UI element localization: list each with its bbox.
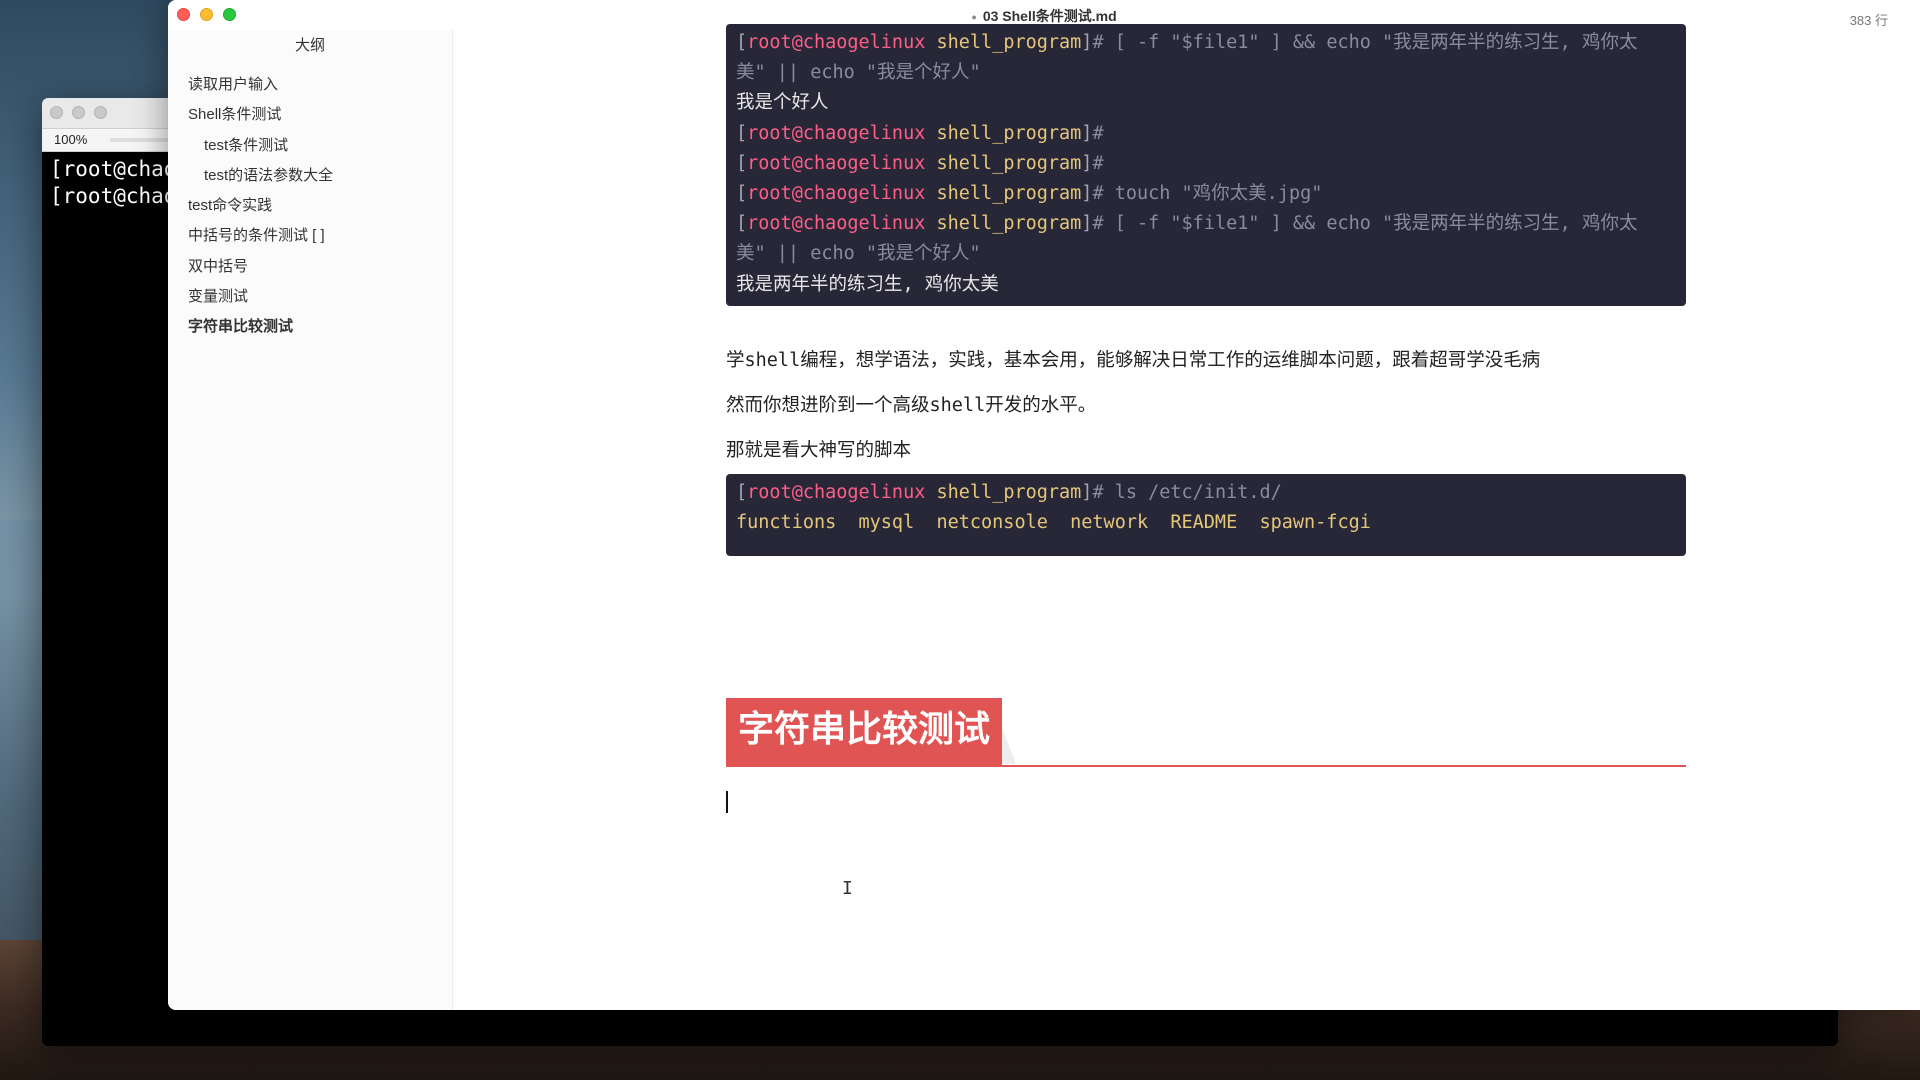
- paragraph-text: 然而你想进阶到一个高级: [726, 394, 930, 415]
- document-title: ● 03 Shell条件测试.md: [168, 6, 1920, 26]
- code-line: [root@chaogelinux shell_program]#: [736, 152, 1104, 174]
- code-line: 我是个好人: [736, 92, 829, 114]
- code-line: [root@chaogelinux shell_program]# [ -f "…: [736, 213, 1638, 235]
- paragraph[interactable]: 学shell编程，想学语法，实践，基本会用，能够解决日常工作的运维脚本问题，跟着…: [726, 345, 1540, 376]
- outline-sidebar: 大纲 读取用户输入 Shell条件测试 test条件测试 test的语法参数大全…: [168, 30, 453, 1010]
- text-caret: [726, 791, 728, 813]
- terminal-minimize-button[interactable]: [72, 106, 85, 119]
- modified-indicator-icon: ●: [971, 12, 977, 23]
- outline-item-test-command-practice[interactable]: test命令实践: [168, 191, 452, 221]
- terminal-maximize-button[interactable]: [94, 106, 107, 119]
- terminal-zoom-label: 100%: [54, 132, 88, 147]
- heading-decoration: [1002, 728, 1016, 764]
- outline-item-read-user-input[interactable]: 读取用户输入: [168, 70, 452, 100]
- code-line: [root@chaogelinux shell_program]# ls /et…: [736, 482, 1282, 503]
- terminal-close-button[interactable]: [50, 106, 63, 119]
- code-line: [root@chaogelinux shell_program]#: [736, 122, 1104, 144]
- code-line: 美" || echo "我是个好人": [736, 243, 981, 265]
- paragraph[interactable]: 那就是看大神写的脚本: [726, 435, 911, 465]
- inline-code: shell: [744, 350, 801, 371]
- outline-item-string-compare-test[interactable]: 字符串比较测试: [168, 312, 452, 342]
- outline-item-shell-condition-test[interactable]: Shell条件测试: [168, 100, 452, 130]
- text-cursor-icon: I: [842, 878, 853, 899]
- code-line: [root@chaogelinux shell_program]# [ -f "…: [736, 32, 1638, 53]
- section-heading[interactable]: 字符串比较测试: [726, 698, 1003, 765]
- code-line: 美" || echo "我是个好人": [736, 62, 981, 84]
- code-line: functions mysql netconsole network READM…: [736, 512, 1371, 534]
- document-title-text: 03 Shell条件测试.md: [982, 8, 1117, 24]
- outline-item-test-condition[interactable]: test条件测试: [168, 131, 452, 161]
- paragraph[interactable]: 然而你想进阶到一个高级shell开发的水平。: [726, 390, 1096, 421]
- code-line: [root@chaogelinux shell_program]# touch …: [736, 183, 1323, 205]
- code-line: 我是两年半的练习生, 鸡你太美: [736, 273, 999, 295]
- sidebar-title: 大纲: [294, 37, 325, 54]
- paragraph-text: 开发的水平。: [985, 394, 1097, 415]
- code-block[interactable]: [root@chaogelinux shell_program]# [ -f "…: [726, 24, 1686, 306]
- outline-item-test-syntax-params[interactable]: test的语法参数大全: [168, 161, 452, 191]
- editor-area[interactable]: [root@chaogelinux shell_program]# [ -f "…: [453, 24, 1920, 1010]
- line-count: 383 行: [1849, 13, 1888, 28]
- inline-code: shell: [929, 395, 986, 416]
- outline-item-bracket-condition-test[interactable]: 中括号的条件测试 [ ]: [168, 221, 452, 251]
- outline-item-double-brackets[interactable]: 双中括号: [168, 252, 452, 282]
- section-heading-container: 字符串比较测试: [726, 698, 1686, 767]
- paragraph-text: 编程，想学语法，实践，基本会用，能够解决日常工作的运维脚本问题，跟着超哥学没毛病: [800, 349, 1541, 370]
- outline-item-variable-test[interactable]: 变量测试: [168, 282, 452, 312]
- editor-window: ● 03 Shell条件测试.md 383 行 大纲 读取用户输入 Shell条件…: [168, 0, 1920, 1010]
- code-block[interactable]: [root@chaogelinux shell_program]# ls /et…: [726, 474, 1686, 556]
- paragraph-text: 学: [726, 349, 745, 370]
